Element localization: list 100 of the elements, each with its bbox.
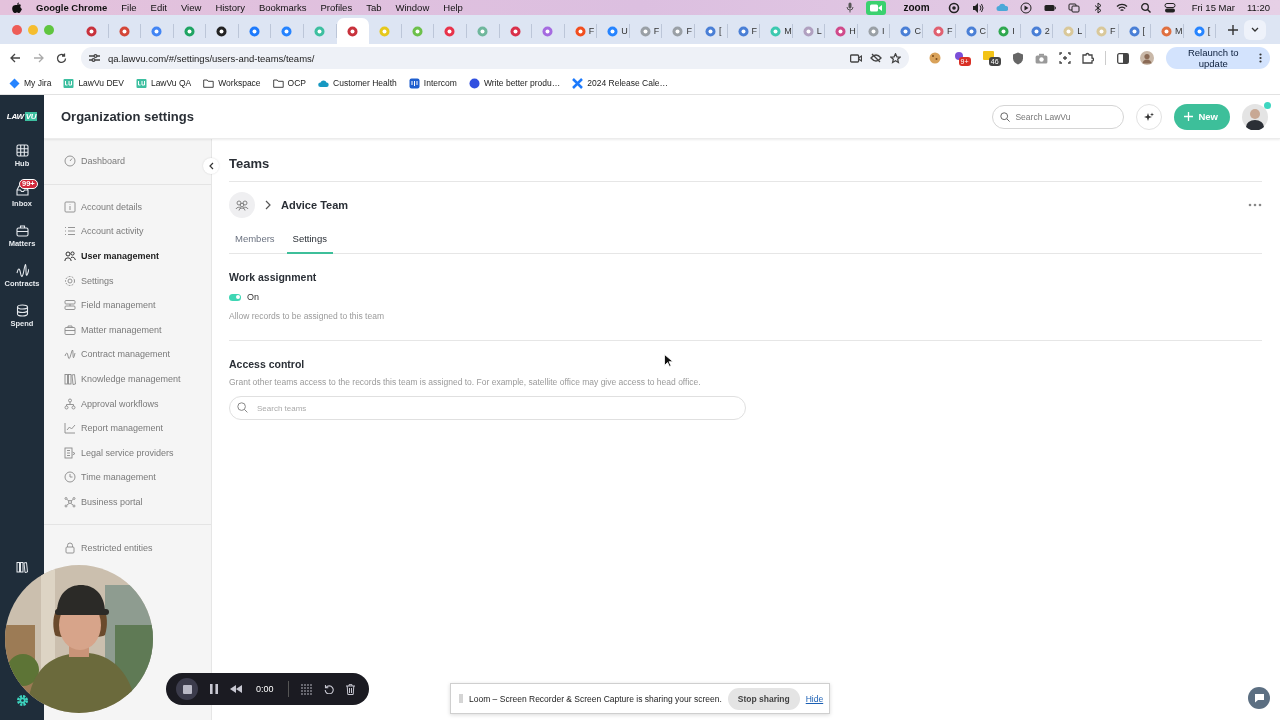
menu-item[interactable]: File: [121, 2, 137, 13]
screen-mirror-icon[interactable]: [1067, 1, 1080, 14]
favicon-icon: [118, 25, 130, 37]
sidebar-item[interactable]: Matter management: [44, 317, 199, 343]
trash-icon[interactable]: [345, 683, 355, 695]
microphone-icon[interactable]: [845, 2, 854, 13]
clock-icon: [64, 471, 76, 484]
settings-icon[interactable]: [15, 694, 29, 707]
puzzle-icon[interactable]: [1081, 52, 1094, 64]
stop-button[interactable]: [176, 678, 198, 700]
reload-icon[interactable]: [56, 52, 67, 64]
bookmark[interactable]: 2024 Release Cale…: [572, 77, 669, 89]
sidebar-item[interactable]: User management: [44, 243, 199, 269]
control-center-icon[interactable]: [1163, 1, 1176, 14]
menu-item[interactable]: History: [215, 2, 245, 13]
sidebar-item[interactable]: Business portal: [44, 489, 199, 515]
notice-text: Loom – Screen Recorder & Screen Capture is sharing your screen.: [469, 693, 722, 704]
video-camera-icon[interactable]: [849, 53, 862, 63]
sidebar-item[interactable]: Time management: [44, 465, 199, 490]
side-panel-icon[interactable]: [1116, 52, 1129, 64]
books-icon: [64, 373, 76, 386]
chat-button[interactable]: [1248, 687, 1270, 709]
more-icon[interactable]: [1248, 203, 1262, 207]
bookmark[interactable]: LawVu QA: [135, 77, 192, 89]
tab[interactable]: Members: [229, 231, 281, 254]
search-field[interactable]: Search LawVu: [992, 104, 1125, 129]
bookmark[interactable]: Customer Health: [318, 77, 397, 89]
bookmark[interactable]: Workspace: [203, 77, 261, 89]
tab-title: U: [621, 26, 628, 36]
pause-icon[interactable]: [210, 684, 218, 694]
menu-item[interactable]: Bookmarks: [258, 2, 307, 13]
toggle-switch[interactable]: [229, 293, 241, 301]
user-avatar[interactable]: [1242, 103, 1268, 130]
sidebar-item[interactable]: Account details: [44, 194, 199, 220]
search-field[interactable]: Search teams: [229, 396, 746, 420]
briefcase-icon: [15, 224, 29, 237]
profile-avatar[interactable]: [1139, 51, 1154, 65]
menu-item[interactable]: Profiles: [320, 2, 353, 13]
menu-item[interactable]: View: [180, 2, 202, 13]
sidebar-item[interactable]: Approval workflows: [44, 391, 199, 416]
play-icon[interactable]: [1019, 1, 1032, 14]
app-name[interactable]: Google Chrome: [36, 2, 108, 13]
camera-icon[interactable]: [1034, 52, 1048, 64]
sidebar-item[interactable]: Legal service providers: [44, 440, 199, 466]
plus-icon[interactable]: [1228, 24, 1238, 35]
favicon-icon: [998, 25, 1010, 37]
sidebar-item[interactable]: Report management: [44, 415, 199, 441]
chevron-right-icon[interactable]: [265, 200, 271, 210]
collapse-button[interactable]: [203, 158, 219, 174]
menu-item[interactable]: Help: [443, 2, 463, 13]
tune-icon[interactable]: [89, 53, 100, 63]
tab[interactable]: Settings: [286, 231, 333, 254]
bookmark[interactable]: Intercom: [408, 77, 457, 89]
shield-icon[interactable]: [1011, 51, 1024, 65]
menu-item[interactable]: Edit: [150, 2, 167, 13]
stop-sharing-button[interactable]: Stop sharing: [727, 687, 800, 710]
favicon-icon: [151, 25, 163, 37]
search-icon[interactable]: [1139, 1, 1152, 14]
menu-item[interactable]: Tab: [366, 2, 382, 13]
rewind-icon[interactable]: [230, 685, 242, 693]
bookmark[interactable]: LawVu DEV: [63, 77, 124, 89]
menu-bar-date[interactable]: Fri 15 Mar: [1191, 2, 1235, 13]
tab-title: M: [784, 26, 792, 36]
signature-icon: [64, 348, 76, 361]
drag-handle-icon[interactable]: [459, 694, 463, 703]
wifi-icon[interactable]: [1115, 1, 1128, 14]
coins-icon: [15, 304, 29, 317]
cookie-icon[interactable]: [928, 52, 941, 64]
back-icon[interactable]: [10, 53, 21, 63]
favicon-icon: [411, 25, 423, 37]
menu-item[interactable]: Window: [395, 2, 430, 13]
close-button[interactable]: [12, 24, 22, 35]
hide-link[interactable]: Hide: [805, 693, 824, 704]
sidebar-item[interactable]: Restricted entities: [44, 535, 199, 560]
zoom-label[interactable]: zoom: [903, 2, 930, 13]
menu-bar-time[interactable]: 11:20: [1246, 2, 1270, 13]
relaunch-button[interactable]: Relaunch to update: [1165, 47, 1270, 69]
sidebar-item[interactable]: Dashboard: [44, 149, 199, 174]
tab-title: F: [686, 26, 692, 36]
sidebar-item[interactable]: Field management: [44, 292, 199, 318]
url-text: qa.lawvu.com/#/settings/users-and-teams/teams/: [108, 52, 315, 64]
sidebar-item[interactable]: Account activity: [44, 219, 199, 244]
bookmark[interactable]: My Jira: [9, 77, 52, 89]
tab-search-button[interactable]: [1244, 19, 1266, 40]
sidebar-item[interactable]: Settings: [44, 268, 199, 293]
star-icon[interactable]: [889, 52, 901, 64]
recording-timer: 0:00: [256, 684, 274, 694]
sidebar-item[interactable]: Knowledge management: [44, 366, 199, 392]
sidebar-item[interactable]: Contract management: [44, 342, 199, 367]
crop-icon[interactable]: [1058, 52, 1071, 64]
volume-icon[interactable]: [971, 1, 984, 14]
address-bar[interactable]: qa.lawvu.com/#/settings/users-and-teams/teams/: [81, 47, 909, 69]
restart-icon[interactable]: [323, 684, 334, 694]
bookmark[interactable]: Write better produ…: [468, 77, 561, 89]
bookmark[interactable]: OCP: [272, 77, 306, 89]
favicon-icon: [1128, 25, 1140, 37]
books-icon[interactable]: [16, 561, 28, 573]
chat-icon: [408, 77, 420, 89]
eye-off-icon[interactable]: [869, 53, 882, 63]
grid-icon[interactable]: [300, 683, 312, 695]
